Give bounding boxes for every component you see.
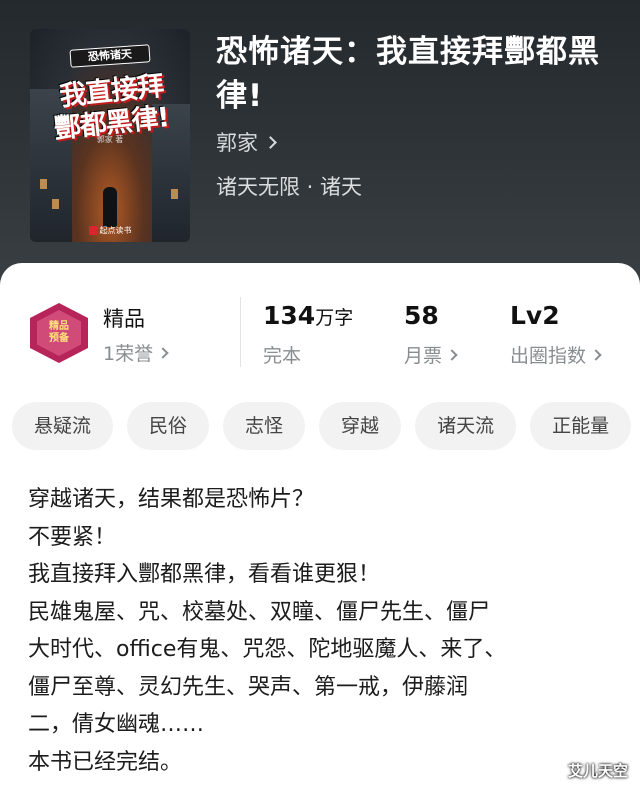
quality-label: 精品: [103, 307, 145, 331]
cover-figure: [103, 187, 117, 227]
cover-window: [52, 199, 59, 209]
breakout-index-label: 出圈指数: [510, 345, 587, 367]
word-count: 134万字: [263, 301, 353, 330]
info-sheet: 精品 预备 精品 1荣誉 134万字 完本 58 月票 Lv2 出圈指数 悬疑流 …: [0, 263, 640, 795]
cover-publisher: 起点读书: [30, 225, 190, 236]
description-line: 穿越诸天，结果都是恐怖片？: [28, 487, 315, 512]
description-line: 僵尸至尊、灵幻先生、哭声、第一戒，伊藤润: [28, 674, 469, 700]
author-name: 郭家: [216, 131, 258, 155]
quality-badge-icon: 精品 预备: [30, 303, 88, 363]
badge-line2: 预备: [49, 333, 69, 344]
author-link[interactable]: 郭家: [216, 127, 277, 157]
watermark: 艾儿天空: [567, 762, 628, 780]
book-cover[interactable]: 恐怖诸天 我直接拜 酆都黑律! 郭家 著 起点读书: [30, 29, 190, 242]
divider: [240, 297, 241, 367]
tag-chip[interactable]: 穿越: [319, 402, 402, 450]
book-title: 恐怖诸天：我直接拜酆都黑律!: [216, 34, 600, 114]
monthly-ticket-count: 58: [404, 301, 439, 330]
book-genre: 诸天无限 · 诸天: [216, 175, 363, 199]
tag-chip[interactable]: 志怪: [223, 402, 306, 450]
book-description[interactable]: 穿越诸天，结果都是恐怖片？ 不要紧！ 我直接拜入酆都黑律，看看谁更狠！ 民雄鬼屋…: [28, 481, 608, 781]
chevron-right-icon: [157, 346, 169, 359]
cover-window: [171, 189, 178, 199]
cover-tag: 恐怖诸天: [69, 44, 151, 68]
chevron-right-icon: [590, 348, 602, 361]
description-line: 民雄鬼屋、咒、校墓处、双瞳、僵尸先生、僵尸: [28, 599, 491, 625]
tag-chip[interactable]: 民俗: [127, 402, 210, 450]
description-line: 二，倩女幽魂……: [28, 712, 205, 737]
chevron-right-icon: [264, 135, 277, 149]
tag-chip[interactable]: 诸天流: [415, 402, 517, 450]
description-line: 大时代、office有鬼、咒怨、陀地驱魔人、来了、: [28, 637, 507, 662]
word-count-unit: 万字: [315, 307, 354, 329]
book-header: 恐怖诸天 我直接拜 酆都黑律! 郭家 著 起点读书 恐怖诸天：我直接拜酆都黑律!…: [0, 0, 640, 300]
honor-count: 1荣誉: [103, 343, 154, 365]
description-line: 我直接拜入酆都黑律，看看谁更狠！: [28, 562, 381, 587]
cover-window: [40, 179, 47, 189]
description-line: 本书已经完结。: [28, 749, 183, 775]
honor-link[interactable]: 1荣誉: [103, 339, 169, 366]
badge-line1: 精品: [49, 321, 69, 332]
description-line: 不要紧！: [28, 524, 117, 550]
tag-list: 悬疑流 民俗 志怪 穿越 诸天流 正能量: [12, 402, 632, 450]
monthly-ticket-link[interactable]: 月票: [404, 341, 458, 368]
word-count-value: 134: [263, 301, 316, 330]
chevron-right-icon: [446, 348, 458, 361]
breakout-index-link[interactable]: 出圈指数: [510, 341, 602, 368]
publisher-logo-icon: [88, 226, 98, 235]
cover-author: 郭家 著: [96, 135, 124, 144]
publisher-label: 起点读书: [99, 226, 132, 235]
book-status: 完本: [263, 345, 302, 367]
tag-chip[interactable]: 正能量: [530, 402, 632, 450]
tag-chip[interactable]: 悬疑流: [12, 402, 114, 450]
monthly-ticket-label: 月票: [404, 345, 443, 367]
level-value: Lv2: [510, 301, 560, 330]
